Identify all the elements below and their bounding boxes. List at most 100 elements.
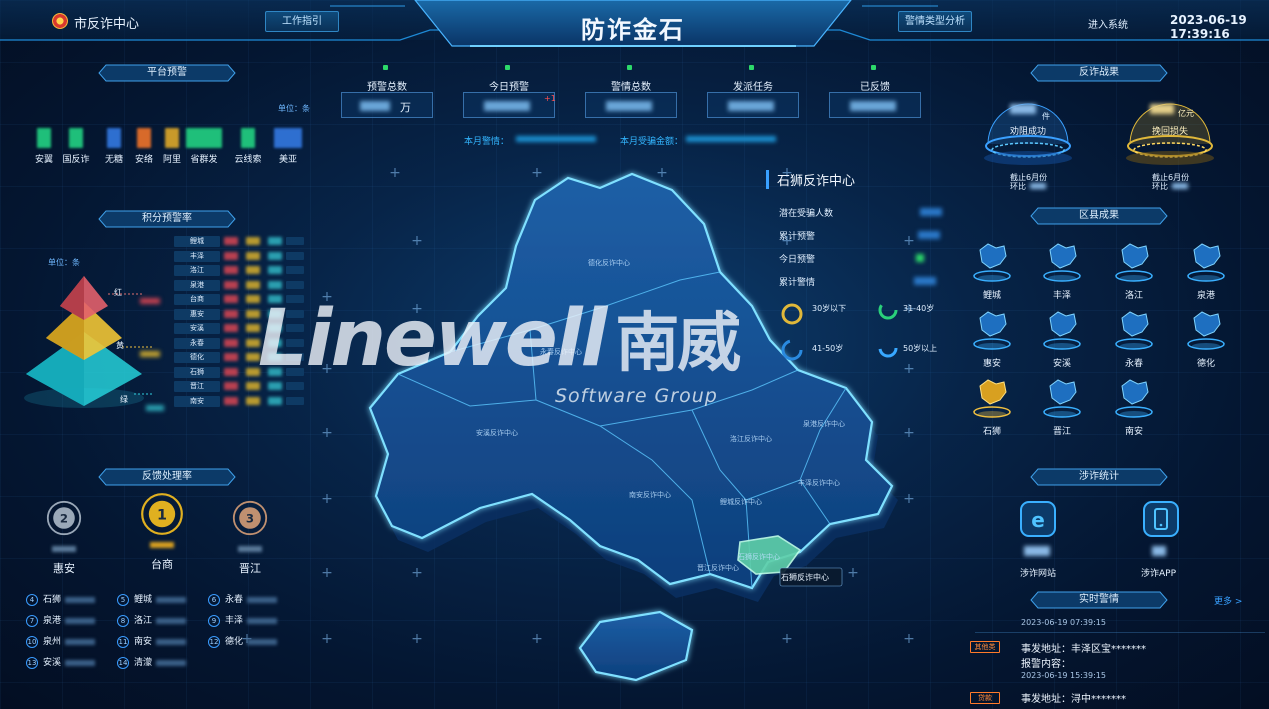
feedback-rank-item[interactable]: 8 洛江	[117, 614, 207, 628]
ranking-count-blurred	[268, 237, 282, 245]
platform-alert-item[interactable]: 美亚	[274, 128, 302, 165]
district-tile[interactable]: 丰泽	[1032, 238, 1092, 301]
ranking-row[interactable]: 丰泽	[174, 250, 304, 264]
map-district-label[interactable]: 泉港反诈中心	[803, 419, 845, 429]
stat-value-box[interactable]	[707, 92, 799, 118]
district-label: 晋江	[1052, 427, 1071, 437]
stone-center-row-value-blurred	[920, 208, 942, 216]
platform-alert-item[interactable]: 安翼	[30, 128, 58, 165]
page-title: 防诈金石	[581, 16, 685, 44]
platform-alert-item[interactable]: 安络	[130, 128, 158, 165]
medal-rank: 2	[60, 512, 68, 526]
rank-value-blurred	[65, 659, 96, 666]
stone-center-title: 石狮反诈中心	[766, 170, 855, 189]
medal-district: 晋江	[239, 562, 261, 575]
district-label: 德化	[1196, 359, 1215, 369]
results-header: 反诈战果	[1030, 64, 1168, 82]
feed-tag-other: 其他类	[970, 641, 1000, 653]
rank-number: 10	[26, 635, 38, 648]
enter-system-link[interactable]: 进入系统	[1088, 16, 1128, 31]
feedback-rank-item[interactable]: 12 德化	[208, 635, 298, 649]
stat-value-box[interactable]	[585, 92, 677, 118]
web-browser-icon[interactable]: e	[1019, 500, 1057, 538]
feedback-rank-item[interactable]: 11 南安	[117, 635, 207, 649]
platform-alert-item[interactable]: 国反诈	[62, 128, 90, 165]
feedback-rank-item[interactable]: 5 鲤城	[117, 593, 207, 607]
rank-number: 4	[26, 593, 38, 606]
district-shape-icon	[1043, 243, 1081, 282]
rank-district: 南安	[134, 637, 153, 647]
stat-value-box[interactable]: 万	[341, 92, 433, 118]
rank-number: 6	[208, 593, 220, 606]
map-district-label[interactable]: 洛江反诈中心	[730, 434, 772, 444]
district-tile[interactable]: 晋江	[1032, 374, 1092, 437]
map-district-label[interactable]: 鲤城反诈中心	[720, 497, 762, 507]
ranking-district: 南安	[174, 395, 220, 407]
dissuasion-ratio-label: 环比	[1010, 182, 1026, 191]
rank-district: 泉港	[43, 616, 62, 626]
district-tile[interactable]: 鲤城	[962, 238, 1022, 301]
realtime-more-link[interactable]: 更多 >	[1214, 594, 1242, 607]
ranking-row[interactable]: 南安	[174, 395, 304, 409]
stat-value-box[interactable]	[829, 92, 921, 118]
work-guide-button[interactable]: 工作指引	[265, 11, 339, 32]
map-district-label[interactable]: 安溪反诈中心	[476, 428, 518, 438]
map-district-label[interactable]: 丰泽反诈中心	[798, 478, 840, 488]
rank-district: 洛江	[134, 616, 153, 626]
ranking-district: 台商	[174, 294, 220, 305]
feed-address-2[interactable]: 事发地址：浔中*******	[1021, 690, 1126, 705]
district-tile[interactable]: 南安	[1104, 374, 1164, 437]
month-alerts-value-blurred	[516, 136, 596, 142]
points-alert-header: 积分预警率	[98, 210, 236, 228]
medal-icon: 1	[140, 492, 184, 536]
rank-value-blurred	[247, 638, 278, 645]
mobile-app-icon[interactable]	[1142, 500, 1180, 538]
map-district-label[interactable]: 德化反诈中心	[588, 258, 630, 268]
watermark-main: Linewell	[258, 294, 607, 384]
feedback-rank-item[interactable]: 13 安溪	[26, 656, 116, 670]
ranking-count-blurred	[224, 367, 238, 376]
map-district-label[interactable]: 石狮反诈中心	[738, 552, 780, 562]
district-shape-icon	[1115, 379, 1153, 418]
feed-address-1[interactable]: 事发地址：丰泽区宝*******	[1021, 640, 1146, 655]
city-map[interactable]	[300, 160, 960, 705]
feedback-rank-item[interactable]: 4 石狮	[26, 593, 116, 607]
watermark-logo: Linewell 南威	[258, 292, 741, 384]
ranking-row[interactable]: 鲤城	[174, 236, 304, 249]
platform-alert-item[interactable]: 阿里	[158, 128, 186, 165]
platform-alert-item[interactable]: 云线索	[234, 128, 262, 165]
platform-alert-label: 云线索	[234, 155, 262, 165]
feedback-rank-item[interactable]: 14 清濛	[117, 656, 207, 670]
district-tile[interactable]: 德化	[1176, 306, 1236, 369]
platform-alert-item[interactable]: 省群发	[186, 128, 222, 165]
feedback-rank-item[interactable]: 10 泉州	[26, 635, 116, 649]
map-district-label[interactable]: 南安反诈中心	[629, 490, 671, 500]
district-tile[interactable]: 石狮	[962, 374, 1022, 437]
district-tile[interactable]: 永春	[1104, 306, 1164, 369]
stone-center-row-label: 累计预警	[779, 232, 816, 242]
district-tile[interactable]: 惠安	[962, 306, 1022, 369]
ranking-row[interactable]: 洛江	[174, 265, 304, 278]
stat-value-box[interactable]: +1	[463, 92, 556, 118]
district-tile[interactable]: 泉港	[1176, 238, 1236, 301]
district-tile[interactable]: 安溪	[1032, 306, 1092, 369]
platform-alert-item[interactable]: 无糖	[100, 128, 128, 165]
ranking-district: 安溪	[174, 323, 220, 334]
month-alerts-label: 本月警情：	[464, 137, 510, 147]
alert-type-analysis-button[interactable]: 警情类型分析	[898, 11, 972, 32]
feedback-rank-item[interactable]: 6 永春	[208, 593, 298, 607]
map-district-label[interactable]: 晋江反诈中心	[697, 563, 739, 573]
ranking-row[interactable]: 泉港	[174, 279, 304, 293]
stone-center-row-value-blurred	[916, 254, 924, 262]
rank-district: 石狮	[43, 595, 62, 605]
feedback-rank-item[interactable]: 9 丰泽	[208, 614, 298, 628]
stat-delta: +1	[544, 94, 556, 103]
feedback-rank-item[interactable]: 7 泉港	[26, 614, 116, 628]
fraud-web-label: 涉诈网站	[1020, 569, 1057, 579]
fraud-app-count-blurred	[1152, 546, 1166, 556]
ranking-count-blurred	[224, 309, 238, 318]
rank-value-blurred	[247, 596, 278, 603]
district-tile[interactable]: 洛江	[1104, 238, 1164, 301]
district-label: 鲤城	[982, 291, 1001, 301]
rank-value-blurred	[247, 617, 278, 624]
